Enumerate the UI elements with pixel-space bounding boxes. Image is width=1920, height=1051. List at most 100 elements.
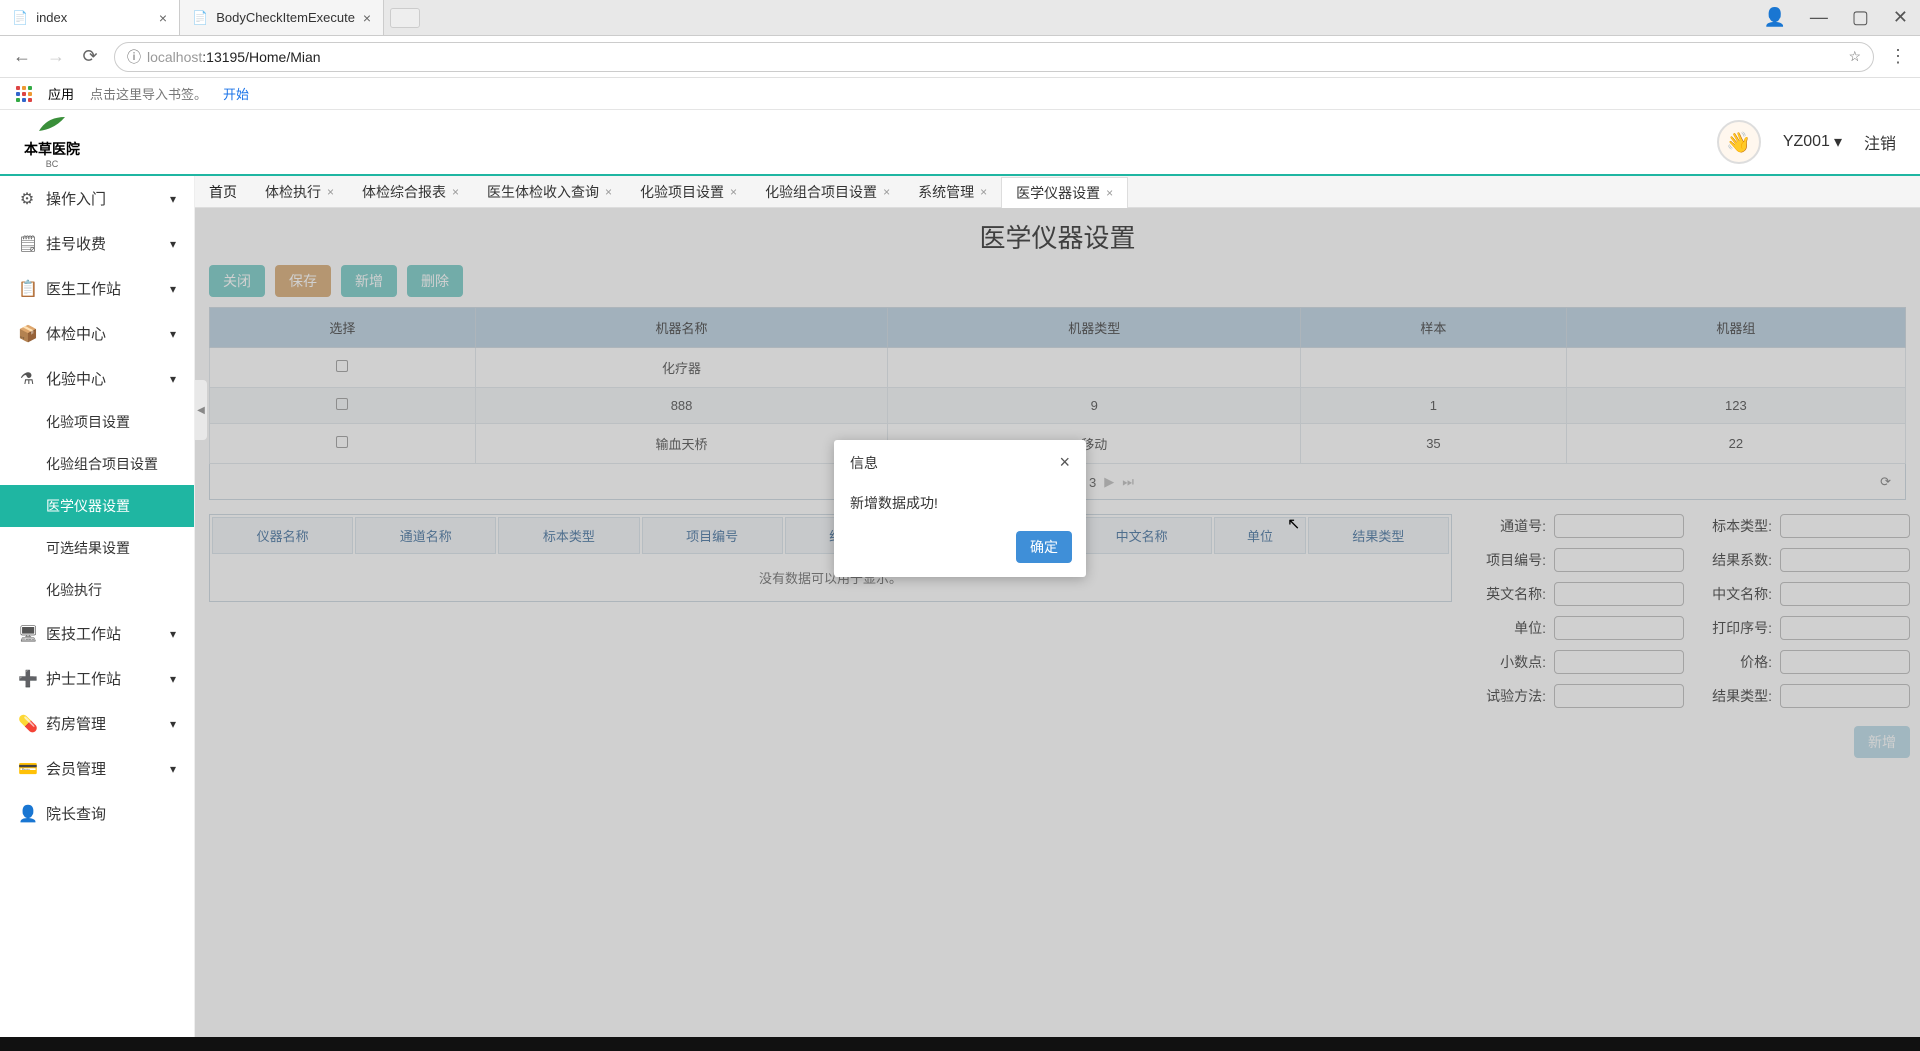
proj-no-input[interactable] [1554,548,1684,572]
sidebar-icon: 📋 [18,279,36,299]
dialog-ok-button[interactable]: 确定 [1016,531,1072,563]
close-icon[interactable]: × [159,10,167,26]
os-taskbar [0,1037,1920,1051]
url-path: :13195/Home/Mian [202,49,320,65]
delete-button[interactable]: 删除 [407,265,463,297]
dialog-close-icon[interactable]: × [1059,452,1070,473]
page-tab-label: 医学仪器设置 [1016,183,1100,203]
sidebar-icon: 🗒 [18,234,36,254]
sidebar-subitem[interactable]: 化验执行 [0,569,194,611]
sidebar-item-label: 体检中心 [46,323,106,344]
new-tab-button[interactable] [390,8,420,28]
cn-name-input[interactable] [1780,582,1910,606]
sidebar-item[interactable]: ⚙操作入门▾ [0,176,194,221]
apps-label[interactable]: 应用 [48,84,74,103]
page-tab[interactable]: 医学仪器设置 × [1001,177,1128,208]
sidebar-item-label: 操作入门 [46,188,106,209]
sidebar-collapse-handle[interactable]: ◀ [195,380,207,440]
sidebar-item[interactable]: 👤院长查询 [0,791,194,836]
sidebar-item[interactable]: ➕护士工作站▾ [0,656,194,701]
tab-close-icon[interactable]: × [452,185,459,199]
save-button[interactable]: 保存 [275,265,331,297]
browser-tab-1[interactable]: 📄 BodyCheckItemExecute × [180,0,384,35]
new-button[interactable]: 新增 [341,265,397,297]
back-icon[interactable]: ← [12,46,32,67]
table-row[interactable]: 化疗器 [210,348,1906,388]
page-tab[interactable]: 医生体检收入查询× [473,176,626,207]
minimize-icon[interactable]: — [1810,7,1828,28]
sidebar-item-label: 挂号收费 [46,233,106,254]
close-button[interactable]: 关闭 [209,265,265,297]
user-dropdown[interactable]: YZ001 ▾ [1783,132,1842,152]
tab-close-icon[interactable]: × [883,185,890,199]
close-icon[interactable]: × [363,10,371,26]
maximize-icon[interactable]: ▢ [1852,7,1869,28]
tab-close-icon[interactable]: × [327,185,334,199]
dialog-title: 信息 [850,453,878,473]
row-checkbox[interactable] [336,398,348,410]
sidebar-subitem[interactable]: 化验组合项目设置 [0,443,194,485]
unit-input[interactable] [1554,616,1684,640]
row-checkbox[interactable] [336,436,348,448]
channel-input[interactable] [1554,514,1684,538]
table-header: 机器类型 [888,308,1301,348]
price-input[interactable] [1780,650,1910,674]
row-checkbox[interactable] [336,360,348,372]
form-submit-button[interactable]: 新增 [1854,726,1910,758]
pager-last-icon[interactable]: ⏭ [1122,474,1134,490]
sidebar-item[interactable]: 🖥医技工作站▾ [0,611,194,656]
sidebar-item[interactable]: 💳会员管理▾ [0,746,194,791]
sidebar-item[interactable]: 💊药房管理▾ [0,701,194,746]
chevron-down-icon: ▾ [170,372,176,386]
browser-tab-0[interactable]: 📄 index × [0,0,180,35]
page-tab[interactable]: 体检综合报表 × [348,176,473,207]
reload-icon[interactable]: ⟳ [80,46,100,67]
page-tab[interactable]: 化验项目设置× [626,176,751,207]
page-tab[interactable]: 化验组合项目设置× [751,176,904,207]
page-tab[interactable]: 体检执行× [251,176,348,207]
sidebar-item[interactable]: 📋医生工作站▾ [0,266,194,311]
tab-title: index [36,10,67,25]
decimal-input[interactable] [1554,650,1684,674]
page-tab-label: 体检综合报表 [362,182,446,202]
tab-close-icon[interactable]: × [980,185,987,199]
bookmark-star-icon[interactable]: ☆ [1848,48,1861,65]
result-type-input[interactable] [1780,684,1910,708]
refresh-icon[interactable]: ⟳ [1880,474,1891,490]
subtable-header: 中文名称 [1071,517,1212,554]
spec-type-input[interactable] [1780,514,1910,538]
sidebar-item-label: 护士工作站 [46,668,121,689]
sidebar-item[interactable]: ⚗化验中心▾ [0,356,194,401]
logout-link[interactable]: 注销 [1864,130,1896,154]
sidebar-subitem[interactable]: 医学仪器设置 [0,485,194,527]
page-tab[interactable]: 首页 [195,176,251,207]
cell-sample: 1 [1301,388,1567,424]
sidebar-subitem[interactable]: 可选结果设置 [0,527,194,569]
sidebar-item[interactable]: 🗒挂号收费▾ [0,221,194,266]
toolbar: 关闭 保存 新增 删除 [209,265,1906,297]
tab-close-icon[interactable]: × [730,185,737,199]
chevron-down-icon: ▾ [170,192,176,206]
sidebar-item[interactable]: 📦体检中心▾ [0,311,194,356]
apps-icon[interactable] [16,86,32,102]
result-coef-input[interactable] [1780,548,1910,572]
sidebar-icon: ➕ [18,669,36,689]
tab-close-icon[interactable]: × [605,185,612,199]
form-label: 项目编号: [1466,550,1546,570]
window-close-icon[interactable]: ✕ [1893,7,1908,28]
start-link[interactable]: 开始 [223,84,249,103]
avatar[interactable]: 👋 [1717,120,1761,164]
en-name-input[interactable] [1554,582,1684,606]
menu-icon[interactable]: ⋮ [1888,46,1908,67]
tab-close-icon[interactable]: × [1106,186,1113,200]
pager-next-icon[interactable]: ▶ [1104,474,1114,490]
address-input[interactable]: ⓘ localhost:13195/Home/Mian ☆ [114,42,1874,72]
table-row[interactable]: 88891123 [210,388,1906,424]
method-input[interactable] [1554,684,1684,708]
page-tab[interactable]: 系统管理× [904,176,1001,207]
account-icon[interactable]: 👤 [1763,7,1785,28]
tab-title: BodyCheckItemExecute [216,10,355,25]
sidebar-subitem[interactable]: 化验项目设置 [0,401,194,443]
print-order-input[interactable] [1780,616,1910,640]
table-header: 选择 [210,308,476,348]
